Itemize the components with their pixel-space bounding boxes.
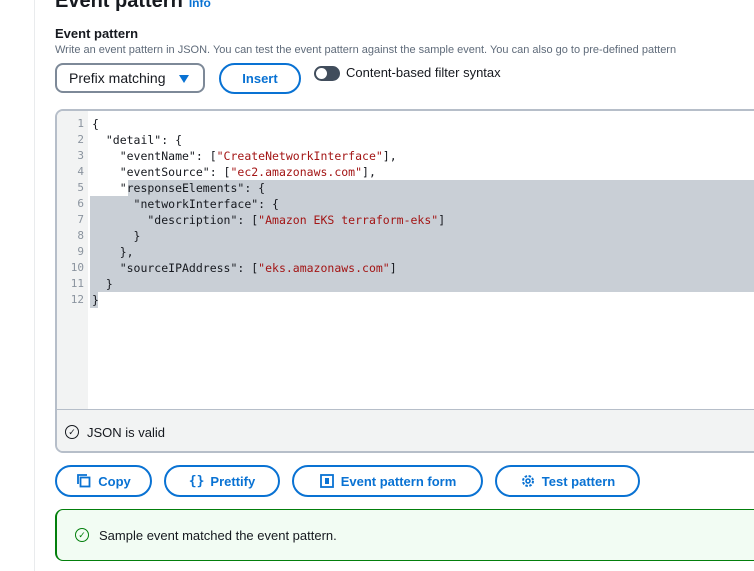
success-alert-text: Sample event matched the event pattern. (99, 527, 337, 543)
code-token: ] (389, 261, 397, 275)
code-line: { (92, 116, 99, 132)
field-description: Write an event pattern in JSON. You can … (55, 44, 677, 56)
caret-down-icon (179, 75, 189, 83)
event-pattern-form-button[interactable]: Event pattern form (292, 465, 483, 497)
line-number: 9 (77, 245, 84, 258)
left-border (34, 0, 35, 571)
content-filter-toggle-label: Content-based filter syntax (346, 65, 501, 80)
code-token: "responseElements": { (92, 181, 266, 195)
section-title: Event pattern Info (55, 0, 211, 13)
code-token: ], (362, 165, 376, 179)
matching-select-value: Prefix matching (69, 70, 166, 86)
code-token: ], (382, 149, 397, 163)
test-pattern-label: Test pattern (541, 473, 616, 489)
code-token: } (92, 229, 141, 243)
code-token: }, (92, 245, 134, 259)
string-token: "Amazon EKS terraform-eks" (258, 213, 439, 227)
braces-icon: {} (188, 473, 205, 489)
form-icon (319, 474, 334, 488)
field-label: Event pattern (55, 26, 139, 41)
code-line: "description": ["Amazon EKS terraform-ek… (92, 212, 445, 228)
prettify-label: Prettify (210, 473, 256, 489)
code-token: "sourceIPAddress": [ (92, 261, 259, 275)
prettify-button[interactable]: {} Prettify (164, 465, 280, 497)
code-line: }, (92, 244, 134, 260)
line-number: 3 (77, 149, 84, 162)
code-token: "eventName": [ (92, 149, 217, 163)
copy-icon (77, 474, 91, 488)
success-check-icon: ✓ (75, 528, 89, 542)
code-token: } (92, 293, 99, 307)
code-line: "eventName": ["CreateNetworkInterface"], (92, 148, 397, 164)
code-editor[interactable]: ✓ JSON is valid 1 {2 "detail": { 3 "eventN… (55, 109, 754, 453)
info-link[interactable]: Info (189, 0, 211, 10)
validation-text: JSON is valid (87, 424, 166, 440)
code-token: "detail": { (92, 133, 183, 147)
check-circle-icon: ✓ (65, 425, 79, 439)
string-token: "eks.amazonaws.com" (258, 261, 390, 275)
validation-status: ✓ JSON is valid (57, 409, 754, 451)
line-number: 8 (77, 229, 84, 242)
copy-button[interactable]: Copy (55, 465, 152, 497)
code-line: "sourceIPAddress": ["eks.amazonaws.com"] (92, 260, 397, 276)
code-line: } (92, 292, 99, 308)
matching-select[interactable]: Prefix matching (55, 63, 205, 93)
code-token: "eventSource": [ (92, 165, 231, 179)
success-alert: ✓ Sample event matched the event pattern… (55, 509, 754, 561)
code-line: "detail": { (92, 132, 182, 148)
event-pattern-form-label: Event pattern form (340, 473, 457, 489)
code-token: "networkInterface": { (92, 197, 279, 211)
code-token: } (92, 277, 113, 291)
content-filter-toggle[interactable] (314, 66, 340, 81)
code-line: } (92, 276, 113, 292)
insert-button[interactable]: Insert (219, 63, 301, 94)
string-token: "ec2.amazonaws.com" (230, 165, 363, 179)
string-token: "CreateNetworkInterface" (216, 149, 383, 163)
code-line: "networkInterface": { (92, 196, 279, 212)
line-number: 6 (77, 197, 84, 210)
line-number: 12 (70, 293, 84, 306)
section-title-text: Event pattern (55, 0, 183, 12)
code-line: } (92, 228, 141, 244)
code-line: "responseElements": { (92, 180, 265, 196)
gear-icon (521, 475, 534, 487)
line-number: 7 (77, 213, 84, 226)
code-line: "eventSource": ["ec2.amazonaws.com"], (92, 164, 376, 180)
code-token: "description": [ (92, 213, 259, 227)
code-token: { (92, 117, 99, 131)
line-number: 11 (70, 277, 84, 290)
test-pattern-button[interactable]: Test pattern (495, 465, 640, 497)
copy-label: Copy (98, 473, 131, 489)
line-number: 1 (77, 117, 84, 130)
toggle-knob (316, 68, 327, 79)
line-number: 2 (77, 133, 84, 146)
code-token: ] (438, 213, 446, 227)
line-number: 5 (77, 181, 84, 194)
line-number: 4 (77, 165, 84, 178)
line-number: 10 (70, 261, 84, 274)
